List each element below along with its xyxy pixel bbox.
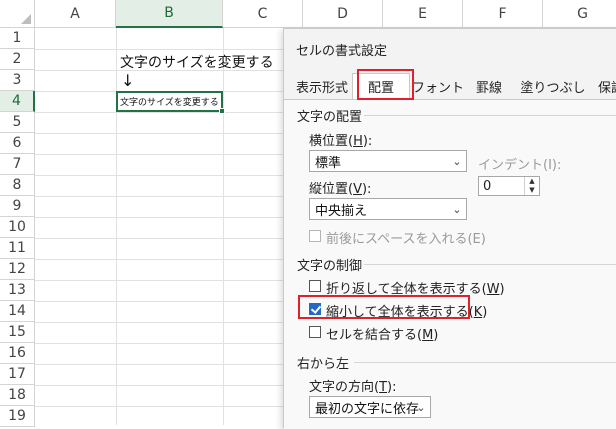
chevron-down-icon: ⌄ — [452, 154, 462, 168]
section-divider — [354, 362, 616, 363]
row-header-9[interactable]: 9 — [0, 196, 35, 217]
column-header-g[interactable]: G — [543, 0, 616, 28]
cell-b3-arrow: ↓ — [121, 71, 135, 90]
chevron-down-icon: ⌄ — [416, 400, 426, 414]
spin-up-icon[interactable]: ▲ — [525, 177, 539, 186]
grid-line — [35, 133, 295, 134]
row-header-13[interactable]: 13 — [0, 280, 35, 301]
spin-down-icon[interactable]: ▼ — [525, 186, 539, 195]
text-direction-value: 最初の文字に依存 — [315, 401, 420, 417]
grid-line — [35, 175, 295, 176]
merge-cells-checkbox[interactable] — [309, 326, 321, 338]
grid-line — [116, 28, 117, 425]
indent-label: インデント(I): — [478, 158, 562, 173]
grid-line — [35, 238, 295, 239]
vertical-label: 縦位置(V): — [309, 182, 372, 197]
row-header-14[interactable]: 14 — [0, 301, 35, 322]
grid-line — [35, 280, 295, 281]
grid-line — [35, 154, 295, 155]
row-header-16[interactable]: 16 — [0, 343, 35, 364]
grid-line — [35, 385, 295, 386]
tab-number-format[interactable]: 表示形式 — [292, 73, 352, 99]
row-header-4[interactable]: 4 — [0, 91, 35, 112]
grid-line — [35, 217, 295, 218]
row-header-8[interactable]: 8 — [0, 175, 35, 196]
wrap-text-checkbox[interactable] — [309, 280, 321, 292]
grid-line — [35, 322, 295, 323]
text-direction-label: 文字の方向(T): — [309, 380, 397, 395]
horizontal-label: 横位置(H): — [309, 134, 373, 149]
row-header-11[interactable]: 11 — [0, 238, 35, 259]
grid-line — [35, 406, 295, 407]
highlight-alignment-tab — [357, 69, 414, 100]
row-header-7[interactable]: 7 — [0, 154, 35, 175]
row-header-10[interactable]: 10 — [0, 217, 35, 238]
dialog-title: セルの書式設定 — [296, 44, 388, 59]
indent-value: 0 — [483, 178, 492, 194]
merge-cells-label: セルを結合する(M) — [326, 328, 439, 343]
column-header-d[interactable]: D — [303, 0, 383, 28]
vertical-select[interactable]: 中央揃え ⌄ — [309, 198, 467, 220]
column-header-e[interactable]: E — [383, 0, 463, 28]
dialog-tabs: 表示形式 配置 フォント 罫線 塗りつぶし 保護 — [284, 73, 616, 99]
distributed-label: 前後にスペースを入れる(E) — [326, 232, 486, 247]
section-right-to-left: 右から左 — [297, 357, 350, 372]
select-all-corner[interactable] — [0, 0, 35, 28]
row-header-19[interactable]: 19 — [0, 406, 35, 427]
chevron-down-icon: ⌄ — [452, 202, 462, 216]
vertical-select-value: 中央揃え — [315, 203, 368, 219]
tab-font[interactable]: フォント — [410, 73, 466, 99]
highlight-shrink-to-fit — [298, 295, 470, 319]
tab-border[interactable]: 罫線 — [466, 73, 512, 99]
indent-spinner[interactable]: 0 ▲ ▼ — [478, 176, 540, 196]
column-header-a[interactable]: A — [35, 0, 116, 28]
row-header-1[interactable]: 1 — [0, 28, 35, 49]
row-header-12[interactable]: 12 — [0, 259, 35, 280]
horizontal-select[interactable]: 標準 ⌄ — [309, 150, 467, 172]
tab-fill[interactable]: 塗りつぶし — [512, 73, 594, 99]
section-text-control: 文字の制御 — [297, 259, 363, 274]
horizontal-select-value: 標準 — [315, 155, 342, 171]
row-header-18[interactable]: 18 — [0, 385, 35, 406]
column-header-b[interactable]: B — [116, 0, 223, 28]
row-header-5[interactable]: 5 — [0, 112, 35, 133]
tab-protection[interactable]: 保護 — [594, 73, 616, 99]
format-cells-dialog: セルの書式設定 表示形式 配置 フォント 罫線 塗りつぶし 保護 文字の配置 横… — [283, 28, 616, 429]
row-header-6[interactable]: 6 — [0, 133, 35, 154]
grid-line — [35, 259, 295, 260]
row-header-3[interactable]: 3 — [0, 70, 35, 91]
cell-b2[interactable]: 文字のサイズを変更する — [120, 52, 274, 72]
grid-line — [35, 343, 295, 344]
row-header-2[interactable]: 2 — [0, 49, 35, 70]
alignment-pane: 文字の配置 横位置(H): 標準 ⌄ インデント(I): 0 ▲ ▼ 縦位置(V… — [284, 100, 616, 429]
distributed-checkbox[interactable] — [309, 230, 321, 242]
row-header-17[interactable]: 17 — [0, 364, 35, 385]
grid-line — [35, 112, 295, 113]
cell-b4-active[interactable]: 文字のサイズを変更する — [116, 91, 223, 112]
text-direction-select[interactable]: 最初の文字に依存 ⌄ — [309, 396, 431, 418]
column-header-f[interactable]: F — [463, 0, 543, 28]
grid-line — [35, 364, 295, 365]
column-header-c[interactable]: C — [223, 0, 303, 28]
grid-line — [35, 196, 295, 197]
fill-handle[interactable] — [219, 108, 225, 114]
grid-line — [35, 49, 295, 50]
section-divider — [364, 115, 616, 116]
section-text-alignment: 文字の配置 — [297, 110, 363, 125]
grid-line — [35, 301, 295, 302]
section-divider — [364, 264, 616, 265]
row-header-15[interactable]: 15 — [0, 322, 35, 343]
grid-line — [223, 28, 224, 425]
